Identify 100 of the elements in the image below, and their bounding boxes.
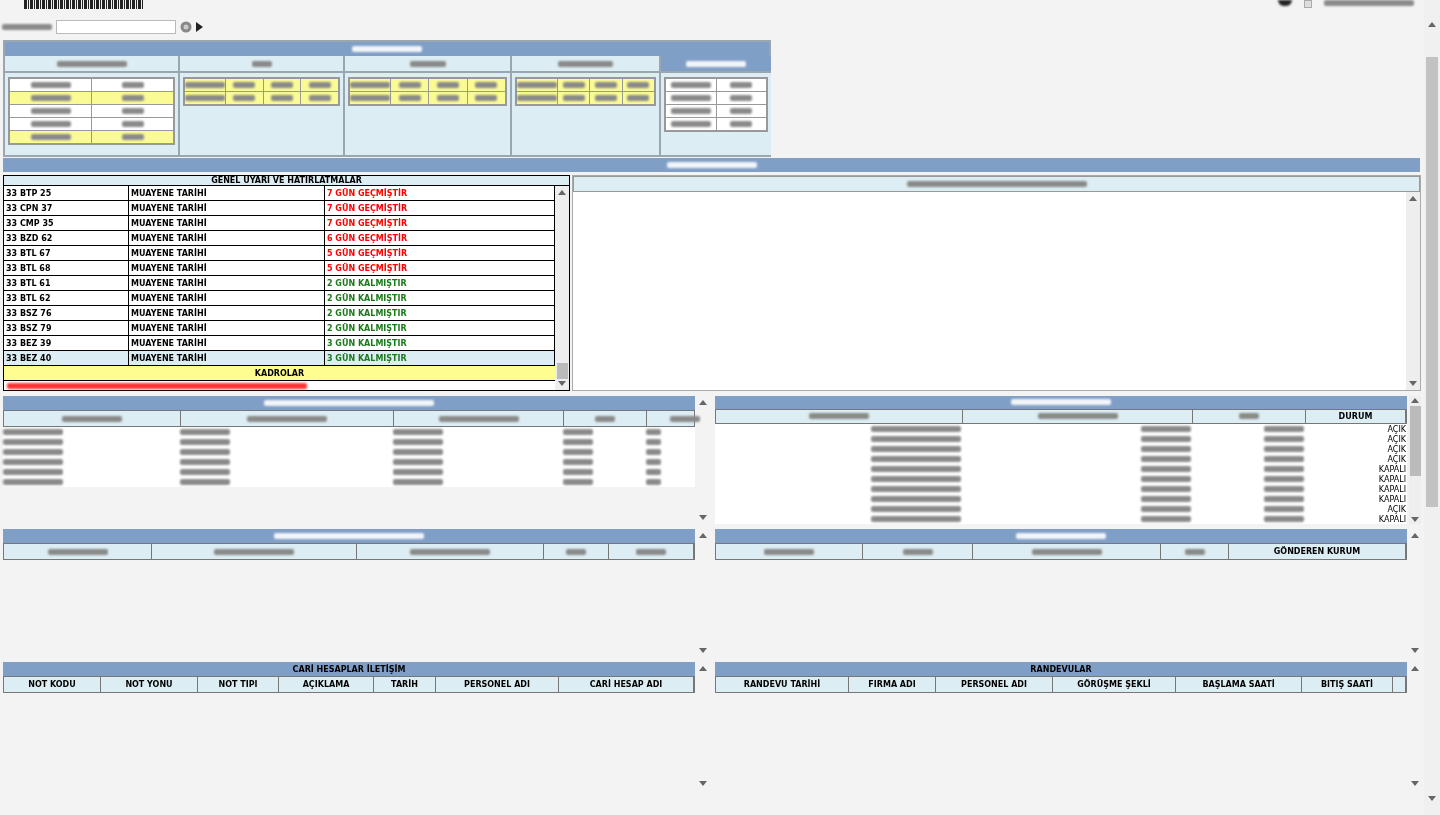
checkbox[interactable] (1304, 0, 1312, 8)
scroll-down-icon[interactable] (699, 781, 707, 786)
column-header[interactable]: FIRMA ADI (849, 677, 936, 692)
type-cell: MUAYENE TARİHİ (129, 336, 325, 350)
scroll-down-icon[interactable] (699, 515, 707, 520)
scroll-thumb[interactable] (1409, 406, 1421, 476)
redacted-text (646, 439, 661, 445)
warning-row[interactable]: 33 BTP 25 MUAYENE TARİHİ 7 GÜN GEÇMİŞTİR (4, 186, 555, 201)
scroll-down-icon[interactable] (1409, 381, 1417, 386)
column-header[interactable]: DURUM (1306, 409, 1406, 423)
column-header[interactable]: NOT YONU (101, 677, 198, 692)
warning-row[interactable]: 33 BZD 62 MUAYENE TARİHİ 6 GÜN GEÇMİŞTİR (4, 231, 555, 246)
scroll-up-icon[interactable] (1409, 196, 1417, 201)
redacted-text (1264, 436, 1304, 442)
redacted-text (180, 459, 230, 465)
redacted-text (1031, 548, 1102, 555)
scroll-down-icon[interactable] (1411, 517, 1419, 522)
warning-row[interactable]: 33 BTL 68 MUAYENE TARİHİ 5 GÜN GEÇMİŞTİR (4, 261, 555, 276)
scroll-up-icon[interactable] (699, 666, 707, 671)
redacted-text (437, 82, 459, 88)
redacted-text (1141, 506, 1191, 512)
redacted-text (475, 95, 498, 101)
redacted-text (30, 134, 71, 140)
redacted-text (1141, 496, 1191, 502)
column-header[interactable]: BAŞLAMA SAATİ (1176, 677, 1302, 692)
redacted-text (185, 95, 225, 101)
column-header[interactable]: CARİ HESAP ADI (559, 677, 694, 692)
warning-row[interactable]: 33 BTL 62 MUAYENE TARİHİ 2 GÜN KALMIŞTIR (4, 291, 555, 306)
column-header[interactable]: NOT TIPI (198, 677, 279, 692)
redacted-text (558, 60, 613, 67)
redacted-text (686, 60, 746, 67)
scroll-up-icon[interactable] (699, 533, 707, 538)
redacted-text (1264, 446, 1304, 452)
column-header[interactable]: BITIŞ SAATİ (1302, 677, 1393, 692)
scroll-thumb[interactable] (1426, 57, 1438, 507)
redacted-text (308, 82, 331, 88)
redacted-text (1141, 456, 1191, 462)
redacted-text (670, 121, 711, 127)
scroll-up-icon[interactable] (1428, 22, 1436, 27)
scroll-down-icon[interactable] (1428, 796, 1436, 801)
warning-row[interactable]: 33 BSZ 79 MUAYENE TARİHİ 2 GÜN KALMIŞTIR (4, 321, 555, 336)
status-cell-text: KAPALI (1377, 494, 1407, 504)
column-header[interactable]: GÖRÜŞME ŞEKLİ (1053, 677, 1176, 692)
warning-row[interactable]: 33 BTL 61 MUAYENE TARİHİ 2 GÜN KALMIŞTIR (4, 276, 555, 291)
column-header[interactable]: TARİH (374, 677, 436, 692)
redacted-text (730, 95, 753, 101)
column-header[interactable]: RANDEVU TARİHİ (716, 677, 849, 692)
redacted-text (251, 60, 272, 67)
scroll-up-icon[interactable] (1411, 398, 1419, 403)
scroll-up-icon[interactable] (1411, 666, 1419, 671)
column-header[interactable]: PERSONEL ADI (436, 677, 559, 692)
column-header[interactable]: PERSONEL ADI (936, 677, 1053, 692)
redacted-text (563, 469, 593, 475)
account-search-field[interactable] (56, 20, 176, 34)
scroll-up-icon[interactable] (1411, 533, 1419, 538)
redacted-text (627, 95, 650, 101)
redacted-text (1264, 516, 1304, 522)
redacted-text (121, 108, 144, 114)
redacted-text (517, 82, 557, 88)
type-cell: MUAYENE TARİHİ (129, 291, 325, 305)
redacted-text (393, 449, 443, 455)
scroll-down-icon[interactable] (1411, 648, 1419, 653)
redacted-text (646, 479, 661, 485)
redacted-text (121, 134, 144, 140)
warning-row[interactable]: 33 CPN 37 MUAYENE TARİHİ 7 GÜN GEÇMİŞTİR (4, 201, 555, 216)
warning-row[interactable]: 33 CMP 35 MUAYENE TARİHİ 7 GÜN GEÇMİŞTİR (4, 216, 555, 231)
column-header[interactable]: AÇIKLAMA (279, 677, 374, 692)
redacted-text (398, 82, 421, 88)
redacted-text (1264, 486, 1304, 492)
redacted-text (730, 108, 753, 114)
scroll-down-icon[interactable] (1411, 781, 1419, 786)
redacted-text (30, 108, 71, 114)
play-icon[interactable] (196, 22, 203, 32)
redacted-text (121, 95, 144, 101)
plate-cell: 33 BTL 62 (4, 291, 129, 305)
redacted-text (563, 439, 593, 445)
scroll-down-icon[interactable] (699, 648, 707, 653)
status-cell-text: AÇIK (1386, 504, 1407, 514)
scroll-thumb[interactable] (556, 363, 568, 379)
warning-row[interactable]: 33 BSZ 76 MUAYENE TARİHİ 2 GÜN KALMIŞTIR (4, 306, 555, 321)
warning-row[interactable]: 33 BEZ 40 MUAYENE TARİHİ 3 GÜN KALMIŞTIR (4, 351, 555, 366)
plate-cell: 33 BTL 61 (4, 276, 129, 290)
status-cell-text: AÇIK (1386, 434, 1407, 444)
redacted-text (1264, 476, 1304, 482)
gear-icon[interactable] (180, 21, 192, 33)
scroll-up-icon[interactable] (558, 190, 566, 195)
redacted-text (352, 46, 422, 52)
plate-cell: 33 BSZ 79 (4, 321, 129, 335)
scroll-down-icon[interactable] (558, 381, 566, 386)
plate-cell: 33 BSZ 76 (4, 306, 129, 320)
redacted-text (180, 449, 230, 455)
redacted-text (730, 82, 753, 88)
plate-cell: 33 CPN 37 (4, 201, 129, 215)
redacted-text (562, 82, 585, 88)
redacted-text (3, 479, 63, 485)
scroll-up-icon[interactable] (699, 400, 707, 405)
column-header[interactable]: NOT KODU (4, 677, 101, 692)
section-row: KADROLAR (4, 366, 555, 381)
warning-row[interactable]: 33 BTL 67 MUAYENE TARİHİ 5 GÜN GEÇMİŞTİR (4, 246, 555, 261)
redacted-text (47, 548, 108, 555)
